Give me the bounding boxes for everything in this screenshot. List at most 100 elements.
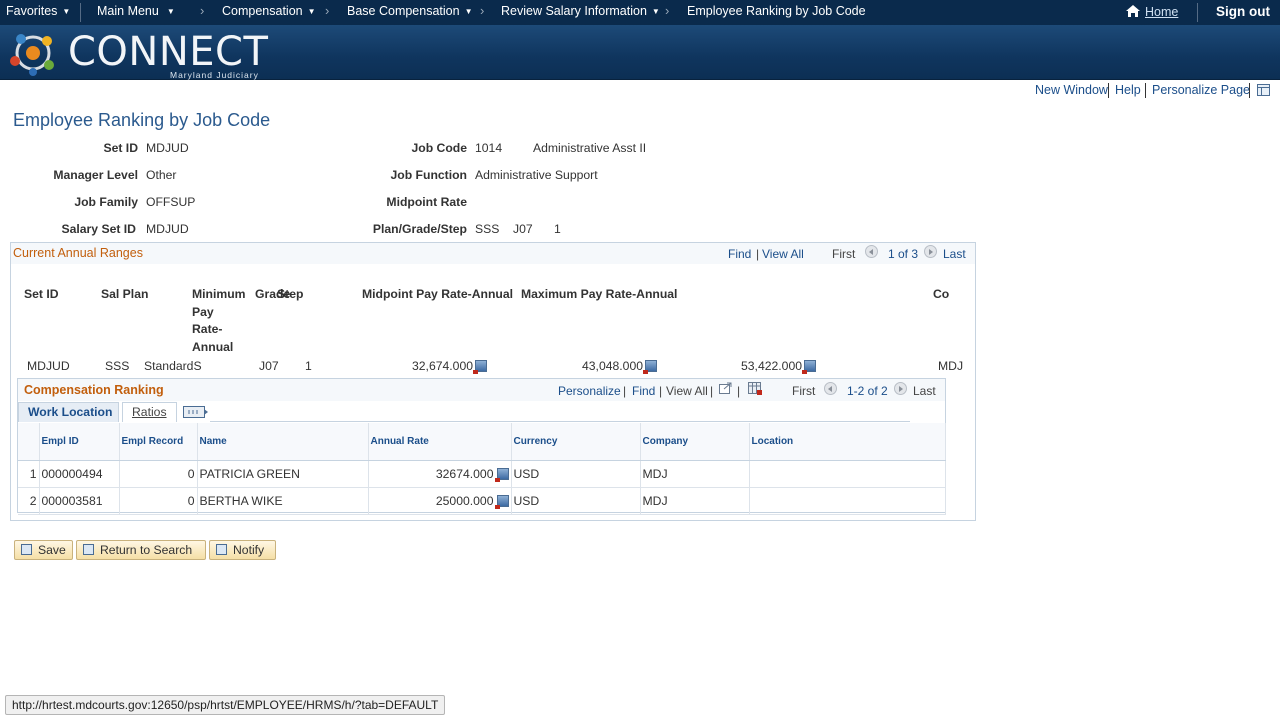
manager-level-label: Manager Level <box>53 168 138 182</box>
nav-divider <box>1197 3 1198 22</box>
dropdown-arrow-icon: ▼ <box>62 7 71 16</box>
link-divider <box>1249 83 1250 98</box>
grid-header-bar: Current Annual Ranges Find | View All Fi… <box>11 243 975 264</box>
annual-rate-cell: 32674.000 <box>368 460 512 488</box>
view-all-link[interactable]: View All <box>666 384 708 398</box>
tab-ratios[interactable]: Ratios <box>122 402 177 422</box>
zoom-grid-icon[interactable] <box>719 382 732 394</box>
col-name-header[interactable]: Name <box>197 423 369 461</box>
col-midpoint-header: Midpoint Pay Rate-Annual <box>362 287 513 301</box>
compensation-ranking-grid: Compensation Ranking Personalize | Find … <box>17 378 947 515</box>
manager-level-value: Other <box>146 168 177 182</box>
nav-main-menu[interactable]: Main Menu ▼ <box>97 4 175 18</box>
col-location-header[interactable]: Location <box>749 423 946 461</box>
empl-record: 0 <box>119 460 198 488</box>
page-layout-icon[interactable] <box>1257 84 1270 96</box>
calculator-icon[interactable] <box>802 360 816 374</box>
sign-out-link[interactable]: Sign out <box>1216 4 1270 19</box>
page-utility-links: New Window Help Personalize Page <box>0 83 1280 99</box>
notify-envelope-icon <box>216 544 227 555</box>
breadcrumb-chevron-icon: › <box>480 3 485 18</box>
col-min-line3: Rate- <box>192 322 223 336</box>
show-all-columns-icon[interactable] <box>183 406 209 418</box>
table-row: 1 000000494 0 PATRICIA GREEN 32674.000 U… <box>18 460 946 488</box>
nav-favorites-menu[interactable]: Favorites ▼ <box>6 4 70 18</box>
nav-current-page-label: Employee Ranking by Job Code <box>687 4 866 18</box>
previous-row-icon[interactable] <box>865 245 878 258</box>
salary-setid-value: MDJUD <box>146 222 189 236</box>
dropdown-arrow-icon: ▼ <box>166 7 175 16</box>
connect-logo-icon <box>10 34 54 76</box>
previous-row-icon[interactable] <box>824 382 837 395</box>
range-company: MDJ <box>938 359 964 373</box>
location <box>749 487 946 515</box>
col-sal-plan-header: Sal Plan <box>101 287 149 301</box>
nav-base-compensation[interactable]: Base Compensation ▼ <box>347 4 473 18</box>
first-label: First <box>792 384 816 398</box>
col-min-line1: Minimum <box>192 287 246 301</box>
view-all-link[interactable]: View All <box>762 247 804 261</box>
row-number: 2 <box>18 487 40 515</box>
col-min-pay-rate-header: Minimum Pay Rate- Annual <box>192 286 246 356</box>
tab-work-location[interactable]: Work Location <box>18 402 119 422</box>
col-min-line4: Annual <box>192 339 234 354</box>
employee-name: PATRICIA GREEN <box>197 460 369 488</box>
grid-tabs: Work Location Ratios <box>18 402 947 422</box>
setid-label: Set ID <box>103 141 138 155</box>
last-link[interactable]: Last <box>943 247 966 261</box>
col-annual-rate-header[interactable]: Annual Rate <box>368 423 512 461</box>
find-link[interactable]: Find <box>728 247 751 261</box>
breadcrumb-chevron-icon: › <box>325 3 330 18</box>
nav-compensation-label: Compensation <box>222 4 303 18</box>
link-divider: | <box>737 384 741 398</box>
plan-value: SSS <box>475 222 500 236</box>
col-row-number-header <box>18 423 40 461</box>
new-window-link[interactable]: New Window <box>1035 83 1108 97</box>
range-setid: MDJUD <box>27 359 70 373</box>
empl-id: 000000494 <box>39 460 120 488</box>
nav-review-salary-information[interactable]: Review Salary Information ▼ <box>501 4 660 18</box>
home-icon <box>1126 5 1140 17</box>
nav-favorites-label: Favorites <box>6 4 58 18</box>
personalize-link[interactable]: Personalize <box>558 384 621 398</box>
dropdown-arrow-icon: ▼ <box>307 7 316 16</box>
calculator-icon[interactable] <box>494 467 509 482</box>
employee-name: BERTHA WIKE <box>197 487 369 515</box>
save-button[interactable]: Save <box>14 540 73 560</box>
col-step-header: Step <box>277 287 304 301</box>
job-function-label: Job Function <box>390 168 468 182</box>
job-code-value: 1014 <box>475 141 503 155</box>
col-currency-header[interactable]: Currency <box>511 423 641 461</box>
col-maximum-header: Maximum Pay Rate-Annual <box>521 287 678 301</box>
return-to-search-button[interactable]: Return to Search <box>76 540 206 560</box>
job-code-description: Administrative Asst II <box>533 141 647 155</box>
link-divider: | <box>659 384 663 398</box>
col-company-header[interactable]: Company <box>640 423 750 461</box>
notify-button[interactable]: Notify <box>209 540 276 560</box>
dropdown-arrow-icon: ▼ <box>651 7 660 16</box>
empl-record: 0 <box>119 487 198 515</box>
home-link[interactable]: Home <box>1125 4 1178 19</box>
help-link[interactable]: Help <box>1115 83 1141 97</box>
step-value: 1 <box>554 222 561 236</box>
next-row-icon[interactable] <box>924 245 937 258</box>
col-empl-id-header[interactable]: Empl ID <box>39 423 120 461</box>
nav-compensation[interactable]: Compensation ▼ <box>222 4 316 18</box>
logo-wordmark: CONNECT <box>68 29 269 75</box>
currency: USD <box>511 487 641 515</box>
link-divider <box>1145 83 1146 98</box>
annual-rate: 25000.000 <box>435 493 494 508</box>
search-magnifier-icon <box>83 544 94 555</box>
notify-button-label: Notify <box>233 543 265 557</box>
midpoint-rate-label: Midpoint Rate <box>386 195 467 209</box>
download-to-excel-icon[interactable] <box>748 382 762 395</box>
company: MDJ <box>640 487 750 515</box>
nav-review-salary-label: Review Salary Information <box>501 4 647 18</box>
calculator-icon[interactable] <box>494 494 509 509</box>
col-empl-record-header[interactable]: Empl Record <box>119 423 198 461</box>
next-row-icon[interactable] <box>894 382 907 395</box>
personalize-page-link[interactable]: Personalize Page <box>1152 83 1250 97</box>
last-link[interactable]: Last <box>913 384 936 398</box>
find-link[interactable]: Find <box>632 384 655 398</box>
company: MDJ <box>640 460 750 488</box>
